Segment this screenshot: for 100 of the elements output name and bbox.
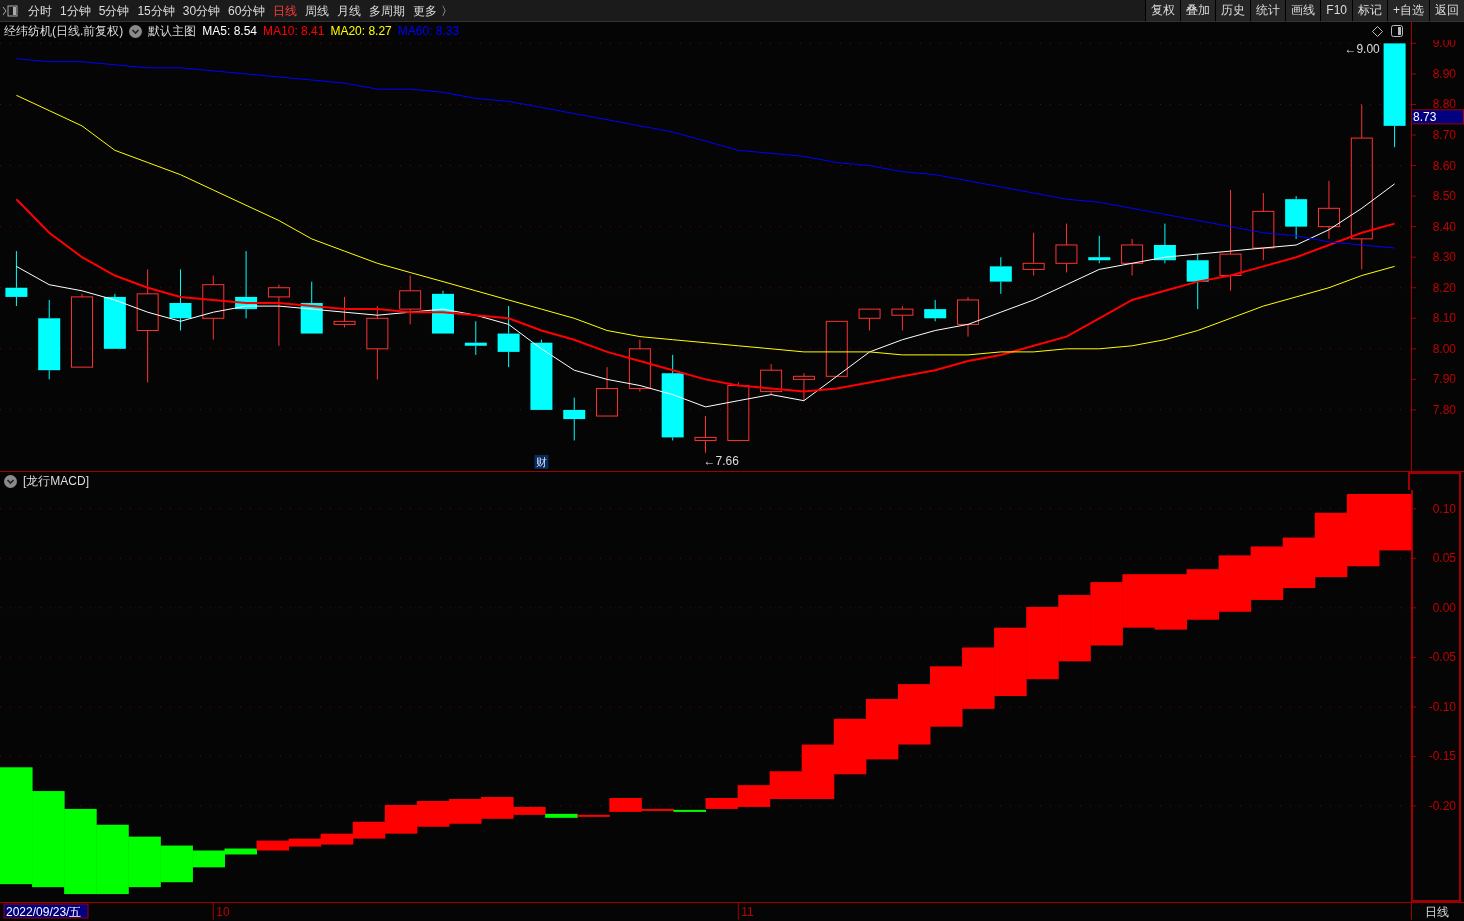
indicator-axis-label: 0.00: [1432, 600, 1456, 615]
price-axis-label: 8.00: [1432, 341, 1456, 356]
indicator-axis-label: -0.15: [1428, 749, 1456, 764]
moving-average-reading: MA10: 8.41: [263, 22, 325, 40]
period-label: 日线: [1425, 905, 1449, 919]
price-axis-label: 8.90: [1432, 66, 1456, 81]
candlestick: [563, 397, 586, 441]
moving-average-reading: MA20: 8.27: [330, 22, 392, 40]
date-axis-label: 10: [216, 905, 230, 919]
candlestick: [103, 293, 126, 349]
candlestick: [169, 268, 192, 331]
moving-average-reading: MA60: 8.33: [397, 22, 460, 40]
candlestick: [202, 275, 225, 341]
candlestick: [530, 339, 553, 410]
candlestick: [825, 320, 848, 377]
toolbar-button[interactable]: +自选: [1387, 0, 1429, 21]
candlestick: [924, 299, 947, 322]
toolbar-button[interactable]: 历史: [1215, 0, 1251, 21]
candlestick: [399, 275, 422, 325]
indicator-bar: [994, 627, 1027, 696]
candlestick: [235, 250, 258, 319]
toolbar-button[interactable]: 统计: [1250, 0, 1286, 21]
indicator-bar: [1378, 493, 1412, 551]
period-tab[interactable]: 15分钟: [133, 0, 179, 21]
period-tab[interactable]: 60分钟: [224, 0, 270, 21]
period-tab[interactable]: 5分钟: [94, 0, 134, 21]
candlestick: [464, 320, 487, 356]
candlestick: [1186, 253, 1209, 310]
price-axis-label: 8.40: [1432, 219, 1456, 234]
toolbar-button[interactable]: 画线: [1285, 0, 1321, 21]
price-axis-label: 8.10: [1432, 311, 1456, 326]
indicator-bar: [930, 666, 963, 727]
candlestick: [1153, 223, 1176, 264]
candlestick: [1252, 192, 1275, 261]
candlestick: [760, 363, 783, 396]
stock-title: 经纬纺机(日线.前复权): [4, 22, 124, 40]
candlestick: [891, 305, 914, 331]
toolbar-button[interactable]: 标记: [1352, 0, 1387, 21]
price-axis-label: 8.80: [1432, 97, 1456, 112]
toolbar-button[interactable]: 复权: [1145, 0, 1181, 21]
period-tab[interactable]: 日线: [269, 0, 302, 21]
period-tab[interactable]: 更多 〉: [409, 0, 457, 21]
indicator-bar: [1122, 574, 1155, 628]
price-axis-label: 7.90: [1432, 372, 1456, 387]
event-marker[interactable]: 财: [534, 455, 549, 469]
candlestick: [957, 296, 979, 338]
panel-layout-icon[interactable]: [1391, 25, 1403, 37]
high-price-label: ←9.00: [1344, 42, 1380, 57]
cursor-date-tag: 2022/09/23/五: [3, 903, 89, 919]
period-tab[interactable]: 30分钟: [178, 0, 225, 21]
candlestick: [628, 339, 651, 393]
diamond-icon[interactable]: [1372, 25, 1383, 37]
dropdown-icon[interactable]: [129, 24, 143, 38]
panel-toggle-icon[interactable]: [2, 4, 18, 17]
candlestick: [1285, 195, 1308, 240]
indicator-axis-label: -0.10: [1428, 699, 1456, 714]
price-axis-label: 8.70: [1432, 128, 1456, 142]
indicator-bar: [1058, 595, 1091, 662]
indicator-axis-label: -0.05: [1428, 650, 1456, 665]
toolbar-button[interactable]: 叠加: [1180, 0, 1216, 21]
period-tab[interactable]: 周线: [301, 0, 334, 21]
candlestick: [989, 256, 1012, 295]
price-axis-label: 7.80: [1432, 402, 1456, 417]
candlestick: [300, 281, 323, 334]
indicator-bar: [96, 824, 129, 895]
candlestick: [267, 284, 290, 347]
candlestick: [727, 381, 750, 441]
candlestick: [1317, 180, 1340, 240]
indicator-axis-label: 0.05: [1432, 551, 1456, 566]
indicator-axis-label: -0.20: [1428, 798, 1456, 813]
moving-average-reading: MA5: 8.54: [202, 22, 258, 40]
indicator-bar: [1090, 582, 1123, 646]
low-price-label: ←7.66: [703, 453, 739, 468]
candlestick: [497, 305, 520, 368]
period-tab[interactable]: 分时: [24, 0, 56, 21]
price-axis-label: 8.20: [1432, 280, 1456, 295]
current-price-tag: 8.73: [1411, 109, 1464, 125]
candlestick: [1055, 223, 1078, 273]
candlestick: [792, 372, 815, 402]
toolbar-button[interactable]: F10: [1320, 0, 1352, 21]
candlestick: [1088, 235, 1111, 264]
candlestick: [1121, 238, 1144, 276]
indicator-axis-label: 0.10: [1432, 501, 1456, 516]
date-axis-label: 11: [741, 905, 754, 919]
template-name[interactable]: 默认主图: [148, 22, 197, 40]
period-tab[interactable]: 月线: [333, 0, 366, 21]
indicator-bar: [1154, 574, 1187, 630]
toolbar-button[interactable]: 返回: [1429, 0, 1464, 21]
period-tab[interactable]: 多周期: [365, 0, 410, 21]
price-axis-label: 8.30: [1432, 250, 1456, 265]
indicator-title: [龙行MACD]: [23, 472, 89, 490]
price-axis-label: 8.50: [1432, 189, 1456, 204]
dropdown-icon[interactable]: [4, 474, 17, 488]
candlestick: [694, 415, 717, 454]
candlestick: [432, 290, 454, 334]
candlestick: [858, 308, 881, 331]
candlestick: [596, 366, 619, 417]
candlestick: [1022, 232, 1045, 276]
candlestick: [333, 296, 356, 328]
period-tab[interactable]: 1分钟: [56, 0, 95, 21]
